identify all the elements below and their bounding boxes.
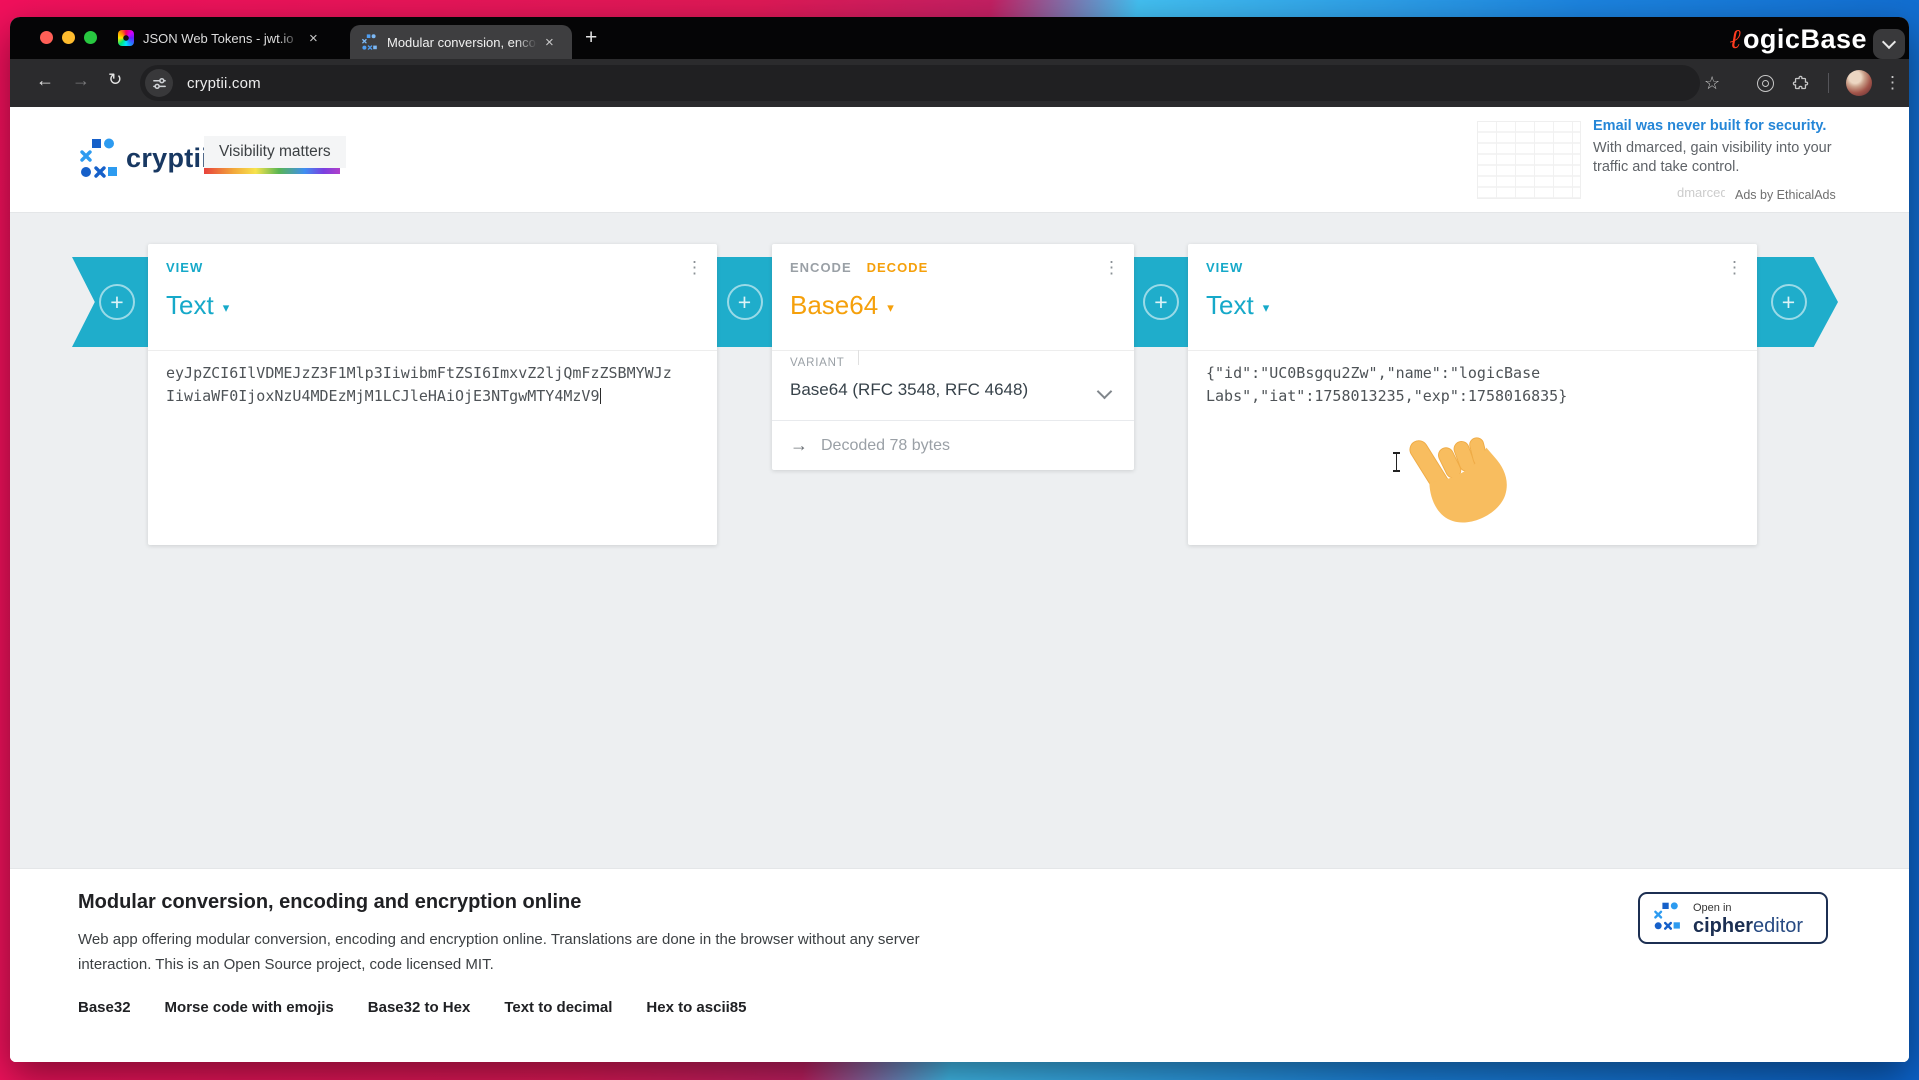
dropdown-arrow-icon: ▾	[1263, 300, 1270, 316]
panel-menu-icon[interactable]: ⋮	[686, 258, 703, 278]
rainbow-bar	[204, 168, 340, 174]
tab-title-fade	[515, 35, 537, 50]
close-tab-icon[interactable]: ×	[545, 34, 554, 51]
text-caret	[600, 388, 601, 404]
dropdown-arrow-icon: ▾	[887, 300, 894, 316]
codec-status-row: → Decoded 78 bytes	[772, 420, 1134, 470]
add-brick-button[interactable]: +	[1771, 284, 1807, 320]
hand-cursor-icon	[1402, 425, 1520, 542]
back-button[interactable]: ←	[36, 70, 54, 91]
overlay-collapse-button[interactable]	[1873, 29, 1905, 59]
chevron-down-icon	[1097, 384, 1113, 400]
brick-type-selector[interactable]: Base64▾	[790, 290, 894, 321]
variant-value: Base64 (RFC 3548, RFC 4648)	[790, 380, 1028, 400]
ethical-ad: Email was never built for security. With…	[1469, 112, 1885, 206]
brick-type-selector[interactable]: Text▾	[1206, 290, 1269, 321]
cryptii-wordmark[interactable]: cryptii	[126, 143, 209, 174]
panel-menu-icon[interactable]: ⋮	[1103, 258, 1120, 278]
open-in-label-group: Open in ciphereditor	[1693, 899, 1803, 937]
minimize-window-button[interactable]	[62, 31, 75, 44]
panel-role-label: VIEW	[1206, 260, 1243, 275]
text-editor-content[interactable]: {"id":"UC0Bsgqu2Zw","name":"logicBaseLab…	[1206, 362, 1739, 408]
tab-jwt-io[interactable]: JSON Web Tokens - jwt.io ×	[106, 17, 346, 59]
cryptii-logo-icon[interactable]	[80, 138, 120, 183]
tab-title-fade	[279, 31, 301, 46]
pipeline-end-arrow: +	[1757, 257, 1838, 347]
add-brick-button[interactable]: +	[1143, 284, 1179, 320]
panel-header-divider	[1188, 350, 1757, 351]
footer-link[interactable]: Text to decimal	[504, 999, 612, 1016]
maximize-window-button[interactable]	[84, 31, 97, 44]
target-outer	[1757, 75, 1774, 92]
text-cursor-icon	[1392, 452, 1401, 472]
arrow-right-icon: →	[790, 435, 808, 456]
variant-select-field[interactable]: VARIANT Base64 (RFC 3548, RFC 4648)	[772, 350, 1134, 420]
url-text[interactable]: cryptii.com	[187, 75, 261, 92]
tab-title: JSON Web Tokens - jwt.io	[143, 31, 301, 46]
ad-body-text: With dmarced, gain visibility into yourt…	[1593, 139, 1873, 177]
ad-headline-link[interactable]: Email was never built for security.	[1593, 118, 1873, 134]
panel-header-divider	[148, 350, 717, 351]
site-header: cryptii Visibility matters Email was nev…	[10, 107, 1909, 213]
extension-target-icon[interactable]	[1757, 59, 1774, 107]
page-footer: Modular conversion, encoding and encrypt…	[10, 868, 1909, 1062]
site-settings-icon[interactable]	[145, 69, 173, 97]
browser-toolbar: ← → ↻ cryptii.com ☆ ⋮	[10, 59, 1909, 107]
address-bar[interactable]: cryptii.com	[140, 65, 1700, 101]
tagline-chip: Visibility matters	[204, 136, 346, 168]
footer-link[interactable]: Base32 to Hex	[368, 999, 471, 1016]
open-in-small-label: Open in	[1693, 902, 1732, 914]
brick-type-selector[interactable]: Text▾	[166, 290, 229, 321]
jwt-favicon-icon	[118, 30, 134, 46]
panel-menu-icon[interactable]: ⋮	[1726, 258, 1743, 278]
field-notch	[858, 350, 859, 365]
codec-mode-tabs: ENCODE DECODE	[790, 260, 928, 275]
extensions-puzzle-icon[interactable]	[1792, 59, 1809, 107]
refresh-button[interactable]: ↻	[108, 70, 122, 90]
add-brick-button[interactable]: +	[99, 284, 135, 320]
ciphereditor-wordmark: ciphereditor	[1693, 915, 1803, 937]
dropdown-arrow-icon: ▾	[223, 300, 230, 316]
footer-title: Modular conversion, encoding and encrypt…	[78, 891, 581, 914]
tab-title: Modular conversion, encoding	[387, 35, 537, 50]
variant-label: VARIANT	[790, 357, 845, 369]
ad-attribution-link[interactable]: Ads by EthicalAds	[1725, 184, 1844, 206]
footer-link[interactable]: Hex to ascii85	[646, 999, 746, 1016]
close-window-button[interactable]	[40, 31, 53, 44]
browser-window: JSON Web Tokens - jwt.io × Modular conve…	[10, 17, 1909, 1062]
panel-role-label: VIEW	[166, 260, 203, 275]
tab-cryptii-active[interactable]: Modular conversion, encoding ×	[350, 25, 572, 59]
footer-links: Base32 Morse code with emojis Base32 to …	[78, 999, 746, 1016]
ciphereditor-logo-icon	[1654, 902, 1682, 935]
tab-encode[interactable]: ENCODE	[790, 260, 852, 275]
ad-thumbnail-image[interactable]	[1477, 121, 1581, 199]
logicbase-logo-lead: ℓ	[1730, 24, 1742, 55]
pipeline-connector: +	[1134, 257, 1188, 347]
tab-decode[interactable]: DECODE	[867, 260, 929, 275]
tab-bar: JSON Web Tokens - jwt.io × Modular conve…	[10, 17, 1909, 59]
browser-menu-icon[interactable]: ⋮	[1884, 59, 1901, 107]
footer-link[interactable]: Morse code with emojis	[165, 999, 334, 1016]
close-tab-icon[interactable]: ×	[309, 30, 318, 47]
view-panel-source: VIEW ⋮ Text▾ eyJpZCI6IlVDMEJzZ3F1Mlp3Iiw…	[148, 244, 717, 545]
forward-button[interactable]: →	[72, 70, 90, 91]
footer-link[interactable]: Base32	[78, 999, 131, 1016]
pipeline-connector: +	[717, 257, 772, 347]
logicbase-logo: ℓogicBase	[1730, 24, 1867, 55]
text-editor-content[interactable]: eyJpZCI6IlVDMEJzZ3F1Mlp3IiwibmFtZSI6Imxv…	[166, 362, 699, 408]
open-in-ciphereditor-button[interactable]: Open in ciphereditor	[1638, 892, 1828, 944]
cryptii-favicon-icon	[362, 34, 378, 50]
profile-avatar[interactable]	[1846, 70, 1872, 96]
bookmark-star-icon[interactable]: ☆	[1704, 59, 1720, 107]
codec-panel-base64: ENCODE DECODE ⋮ Base64▾ VARIANT Base64 (R…	[772, 244, 1134, 470]
status-text: Decoded 78 bytes	[821, 437, 950, 455]
page-content: cryptii Visibility matters Email was nev…	[10, 107, 1909, 1062]
add-brick-button[interactable]: +	[727, 284, 763, 320]
new-tab-button[interactable]: +	[585, 26, 597, 50]
footer-description: Web app offering modular conversion, enc…	[78, 927, 993, 977]
target-inner	[1762, 80, 1769, 87]
pipeline-start-arrow: +	[72, 257, 148, 347]
chevron-down-icon	[1882, 35, 1896, 49]
toolbar-divider	[1828, 73, 1829, 93]
